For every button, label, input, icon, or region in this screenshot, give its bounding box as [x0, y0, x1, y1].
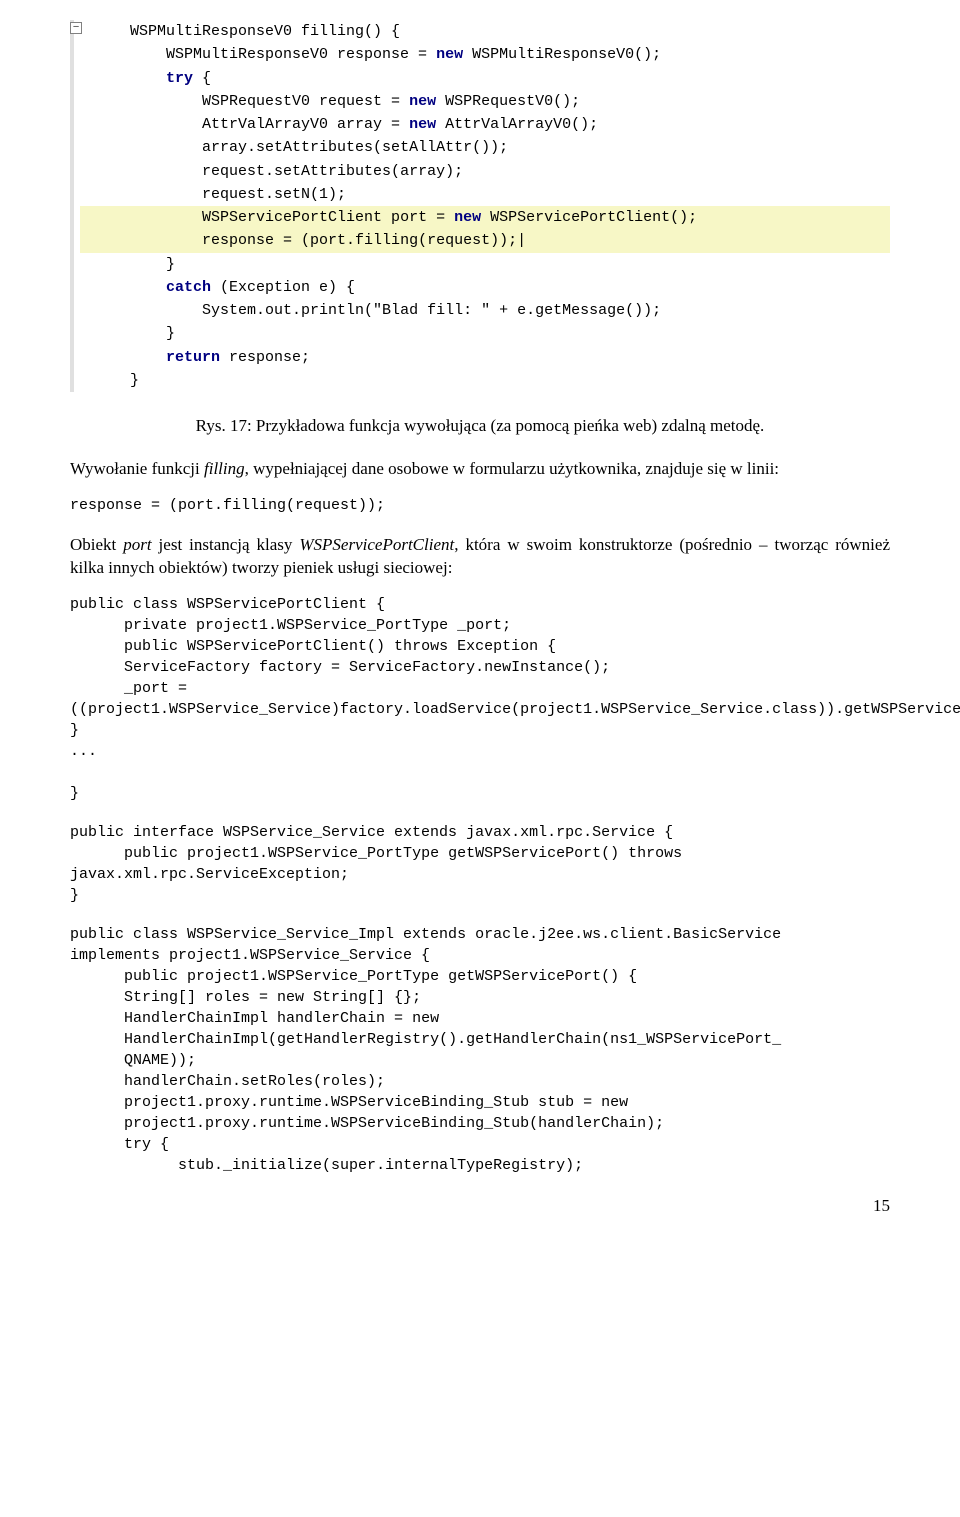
page-number: 15 — [70, 1196, 890, 1216]
code-line: catch (Exception e) { — [80, 276, 890, 299]
paragraph-1: Wywołanie funkcji filling, wypełniającej… — [70, 458, 890, 481]
code-line: WSPMultiResponseV0 filling() { — [80, 20, 890, 43]
p2-i2: WSPServicePortClient — [299, 535, 454, 554]
document-page: − WSPMultiResponseV0 filling() { WSPMult… — [0, 0, 960, 1236]
p2-t1: Obiekt — [70, 535, 123, 554]
code-editor: − WSPMultiResponseV0 filling() { WSPMult… — [70, 20, 890, 392]
code-line: } — [80, 322, 890, 345]
p1-t1: Wywołanie funkcji — [70, 459, 204, 478]
code-line: response = (port.filling(request));| — [80, 229, 890, 252]
p2-t2: jest instancją klasy — [152, 535, 300, 554]
code-line: AttrValArrayV0 array = new AttrValArrayV… — [80, 113, 890, 136]
code-line: array.setAttributes(setAllAttr()); — [80, 136, 890, 159]
code-line: return response; — [80, 346, 890, 369]
p1-t2: , wypełniającej dane osobowe w formularz… — [245, 459, 779, 478]
code-line: WSPRequestV0 request = new WSPRequestV0(… — [80, 90, 890, 113]
code-block-2: public interface WSPService_Service exte… — [70, 822, 890, 906]
p2-i1: port — [123, 535, 151, 554]
code-line: WSPMultiResponseV0 response = new WSPMul… — [80, 43, 890, 66]
caption-italic: web — [623, 416, 651, 435]
code-block-3: public class WSPService_Service_Impl ext… — [70, 924, 890, 1176]
code-line: try { — [80, 67, 890, 90]
code-line: WSPServicePortClient port = new WSPServi… — [80, 206, 890, 229]
caption-text-prefix: Rys. 17: Przykładowa funkcja wywołująca … — [196, 416, 624, 435]
code-line: } — [80, 253, 890, 276]
code-inline-1: response = (port.filling(request)); — [70, 495, 890, 516]
code-line: } — [80, 369, 890, 392]
caption-text-suffix: ) zdalną metodę. — [652, 416, 765, 435]
p1-i1: filling — [204, 459, 245, 478]
fold-toggle-icon[interactable]: − — [70, 22, 82, 34]
code-line: request.setAttributes(array); — [80, 160, 890, 183]
code-line: request.setN(1); — [80, 183, 890, 206]
code-line: System.out.println("Blad fill: " + e.get… — [80, 299, 890, 322]
code-block-1: public class WSPServicePortClient { priv… — [70, 594, 890, 804]
figure-caption: Rys. 17: Przykładowa funkcja wywołująca … — [70, 416, 890, 436]
paragraph-2: Obiekt port jest instancją klasy WSPServ… — [70, 534, 890, 580]
